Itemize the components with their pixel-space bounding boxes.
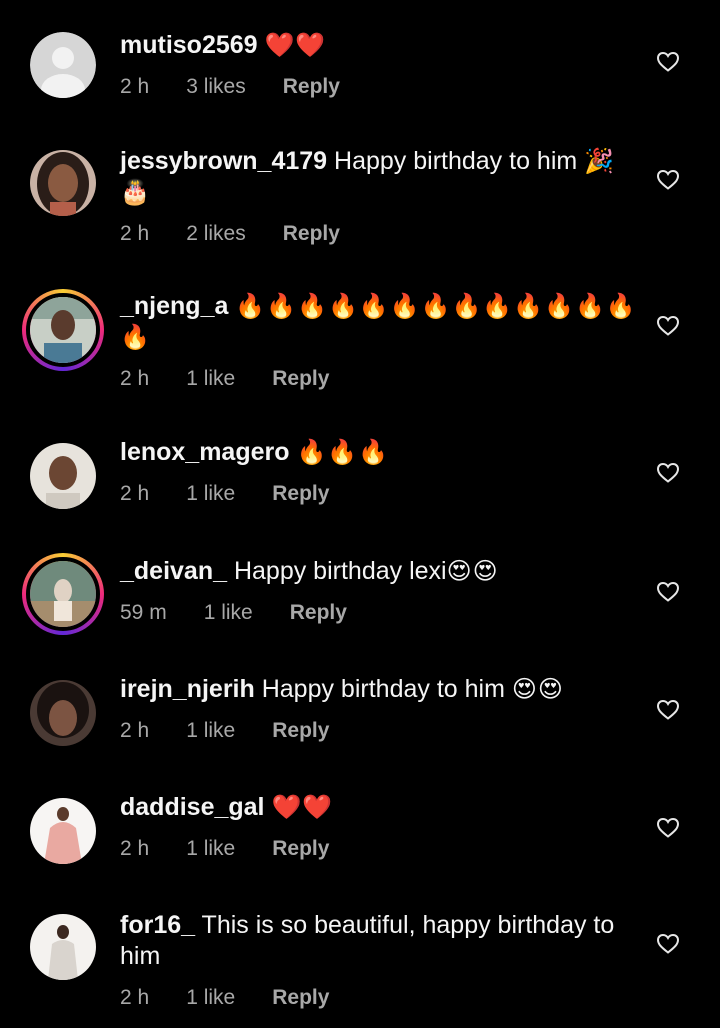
comment-text: lenox_magero 🔥🔥🔥 <box>120 437 640 468</box>
timestamp: 2 h <box>120 837 150 860</box>
comment-meta: 2 h 1 like Reply <box>120 837 640 861</box>
avatar[interactable] <box>30 32 96 98</box>
reply-button[interactable]: Reply <box>272 482 329 506</box>
comment-text: irejn_njerih Happy birthday to him 😍😍 <box>120 674 640 705</box>
comment-meta: 2 h 1 like Reply <box>120 986 640 1010</box>
like-count[interactable]: 1 like <box>186 986 235 1010</box>
username[interactable]: jessybrown_4179 <box>120 147 327 175</box>
comment-text: _njeng_a 🔥🔥🔥🔥🔥🔥🔥🔥🔥🔥🔥🔥🔥🔥 <box>120 291 640 353</box>
comment-emoji: ❤️❤️ <box>264 32 327 59</box>
comment-meta: 2 h 1 like Reply <box>120 719 640 743</box>
reply-button[interactable]: Reply <box>272 719 329 743</box>
heart-icon[interactable] <box>656 461 680 485</box>
avatar[interactable] <box>30 680 96 746</box>
avatar-story-ring[interactable] <box>22 553 104 635</box>
comment-body: Happy birthday to him <box>261 675 505 703</box>
timestamp: 2 h <box>120 719 150 742</box>
like-count[interactable]: 3 likes <box>186 75 246 99</box>
username[interactable]: daddise_gal <box>120 793 265 821</box>
timestamp: 59 m <box>120 601 167 624</box>
username[interactable]: lenox_magero <box>120 438 290 466</box>
reply-button[interactable]: Reply <box>290 601 347 625</box>
heart-icon[interactable] <box>656 168 680 192</box>
comment-text: daddise_gal ❤️❤️ <box>120 792 640 823</box>
heart-icon[interactable] <box>656 698 680 722</box>
reply-button[interactable]: Reply <box>272 837 329 861</box>
username[interactable]: for16_ <box>120 911 195 939</box>
heart-icon[interactable] <box>656 50 680 74</box>
comment-text: _deivan_ Happy birthday lexi😍😍 <box>120 556 640 587</box>
heart-icon[interactable] <box>656 816 680 840</box>
reply-button[interactable]: Reply <box>283 75 340 99</box>
comment-meta: 59 m 1 like Reply <box>120 601 640 625</box>
like-count[interactable]: 2 likes <box>186 222 246 246</box>
timestamp: 2 h <box>120 367 150 390</box>
comment-meta: 2 h 3 likes Reply <box>120 75 640 99</box>
comment-body: Happy birthday to him <box>334 147 578 175</box>
avatar[interactable] <box>30 150 96 216</box>
comment-emoji: 🔥🔥🔥 <box>296 439 390 466</box>
avatar[interactable] <box>30 914 96 980</box>
like-count[interactable]: 1 like <box>186 719 235 743</box>
reply-button[interactable]: Reply <box>272 367 329 391</box>
comment-emoji: 😍😍 <box>511 676 564 703</box>
like-count[interactable]: 1 like <box>186 837 235 861</box>
timestamp: 2 h <box>120 222 150 245</box>
avatar[interactable] <box>30 798 96 864</box>
avatar-story-ring[interactable] <box>22 289 104 371</box>
heart-icon[interactable] <box>656 580 680 604</box>
avatar <box>26 557 100 631</box>
like-count[interactable]: 1 like <box>204 601 253 625</box>
comment-emoji: 😍😍 <box>446 558 499 585</box>
comment-emoji: ❤️❤️ <box>271 794 334 821</box>
comment-text: mutiso2569 ❤️❤️ <box>120 30 640 61</box>
heart-icon[interactable] <box>656 932 680 956</box>
username[interactable]: _deivan_ <box>120 557 227 585</box>
comment-meta: 2 h 1 like Reply <box>120 367 640 391</box>
avatar <box>26 293 100 367</box>
timestamp: 2 h <box>120 986 150 1009</box>
username[interactable]: mutiso2569 <box>120 31 258 59</box>
username[interactable]: _njeng_a <box>120 292 228 320</box>
comment-body: This is so beautiful, happy birthday to … <box>120 911 615 970</box>
reply-button[interactable]: Reply <box>283 222 340 246</box>
comment-body: Happy birthday lexi <box>233 557 447 585</box>
like-count[interactable]: 1 like <box>186 482 235 506</box>
comment-meta: 2 h 2 likes Reply <box>120 222 640 246</box>
heart-icon[interactable] <box>656 314 680 338</box>
reply-button[interactable]: Reply <box>272 986 329 1010</box>
like-count[interactable]: 1 like <box>186 367 235 391</box>
timestamp: 2 h <box>120 75 150 98</box>
comment-meta: 2 h 1 like Reply <box>120 482 640 506</box>
comment-text: for16_ This is so beautiful, happy birth… <box>120 910 640 972</box>
timestamp: 2 h <box>120 482 150 505</box>
comment-text: jessybrown_4179 Happy birthday to him 🎉🎂 <box>120 146 640 208</box>
username[interactable]: irejn_njerih <box>120 675 255 703</box>
avatar[interactable] <box>30 443 96 509</box>
